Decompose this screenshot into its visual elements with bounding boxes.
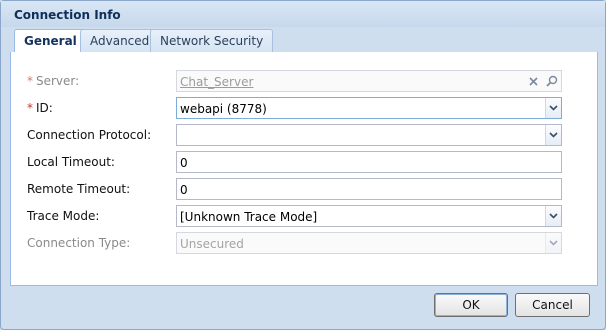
remote-timeout-label: Remote Timeout: — [27, 182, 131, 196]
dialog-title: Connection Info — [14, 8, 121, 22]
tab-general[interactable]: General — [14, 29, 87, 54]
local-timeout-value: 0 — [180, 156, 188, 170]
connection-type-row: Connection Type: Unsecured — [11, 232, 599, 254]
tab-advanced[interactable]: Advanced — [80, 29, 160, 53]
connection-type-value: Unsecured — [180, 237, 244, 251]
tab-bar: General Advanced Network Security — [10, 27, 598, 54]
local-timeout-label: Local Timeout: — [27, 155, 115, 169]
chevron-down-icon — [545, 233, 561, 253]
trace-mode-select[interactable]: [Unknown Trace Mode] — [176, 205, 562, 227]
search-icon[interactable] — [543, 72, 560, 90]
trace-mode-label: Trace Mode: — [27, 209, 100, 223]
remote-timeout-value: 0 — [180, 183, 188, 197]
title-bar[interactable]: Connection Info — [1, 1, 605, 27]
server-field: Chat_Server — [176, 70, 562, 92]
connection-protocol-select[interactable] — [176, 124, 562, 146]
id-label: * ID: — [27, 101, 53, 115]
trace-mode-value: [Unknown Trace Mode] — [180, 210, 318, 224]
chevron-down-icon[interactable] — [545, 125, 561, 145]
general-panel: * Server: Chat_Server * ID: webapi (8778) — [10, 52, 598, 286]
connection-protocol-label: Connection Protocol: — [27, 128, 152, 142]
server-row: * Server: Chat_Server — [11, 70, 599, 92]
remote-timeout-row: Remote Timeout: 0 — [11, 178, 599, 200]
id-row: * ID: webapi (8778) — [11, 97, 599, 119]
connection-type-select: Unsecured — [176, 232, 562, 254]
trace-mode-row: Trace Mode: [Unknown Trace Mode] — [11, 205, 599, 227]
required-marker: * — [27, 101, 33, 115]
local-timeout-input[interactable]: 0 — [176, 151, 562, 173]
required-marker: * — [27, 74, 33, 88]
close-icon[interactable] — [525, 72, 542, 90]
dialog-footer: OK Cancel — [1, 286, 605, 329]
chevron-down-icon[interactable] — [545, 206, 561, 226]
connection-type-label: Connection Type: — [27, 236, 131, 250]
connection-info-dialog: Connection Info General Advanced Network… — [0, 0, 606, 330]
chevron-down-icon[interactable] — [545, 98, 561, 118]
remote-timeout-input[interactable]: 0 — [176, 178, 562, 200]
server-label: * Server: — [27, 74, 80, 88]
tab-network-security[interactable]: Network Security — [150, 29, 274, 53]
connection-protocol-row: Connection Protocol: — [11, 124, 599, 146]
id-select[interactable]: webapi (8778) — [176, 97, 562, 119]
cancel-button[interactable]: Cancel — [515, 293, 590, 317]
local-timeout-row: Local Timeout: 0 — [11, 151, 599, 173]
server-value: Chat_Server — [180, 75, 254, 89]
id-value: webapi (8778) — [180, 102, 267, 116]
ok-button[interactable]: OK — [434, 293, 508, 317]
